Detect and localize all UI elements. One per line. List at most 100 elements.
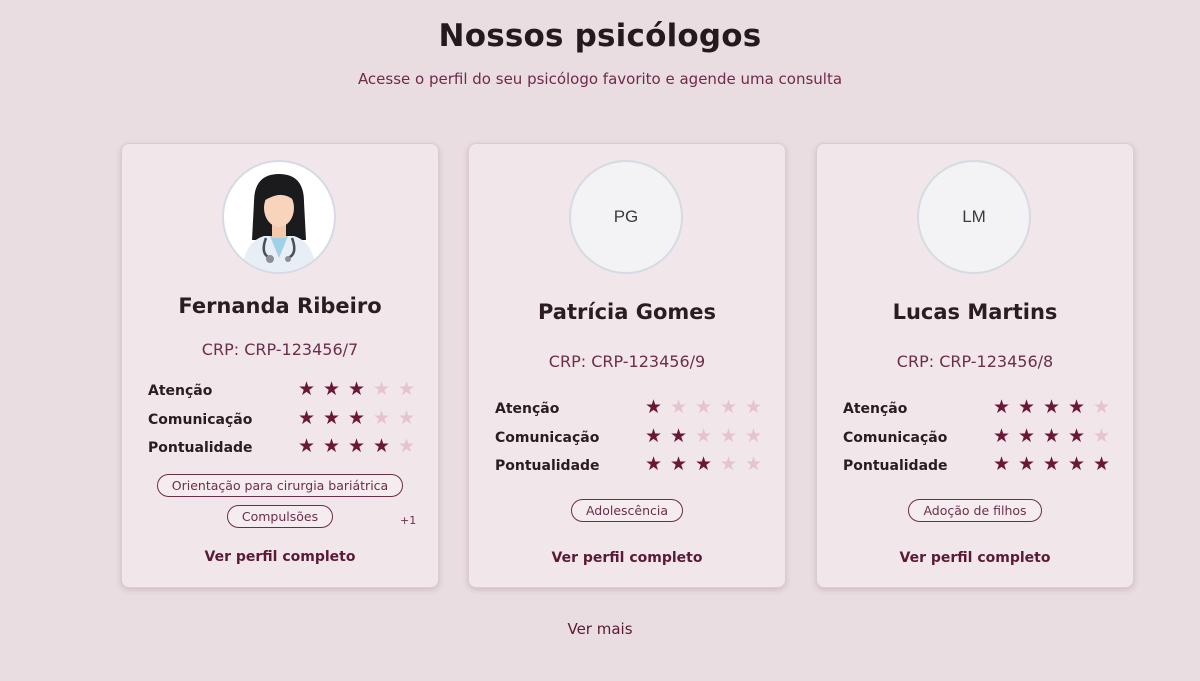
star-empty-icon: ★ <box>1093 396 1111 418</box>
more-tags-count[interactable]: +1 <box>400 514 416 527</box>
star-filled-icon: ★ <box>348 378 366 400</box>
rating-label: Comunicação <box>148 411 253 428</box>
star-filled-icon: ★ <box>1018 453 1036 475</box>
tag-list: Adolescência <box>469 499 785 522</box>
star-empty-icon: ★ <box>373 406 391 429</box>
star-filled-icon: ★ <box>348 406 366 429</box>
tag-list: Compulsões <box>122 505 438 528</box>
star-filled-icon: ★ <box>1043 424 1061 447</box>
doctor-woman-illustration-icon <box>224 162 334 272</box>
tag-list: Adoção de filhos <box>817 499 1133 522</box>
star-filled-icon: ★ <box>1018 424 1036 447</box>
rating-row: Atenção ★ ★ ★ ★ ★ <box>843 395 1110 424</box>
star-filled-icon: ★ <box>373 435 391 457</box>
star-rating: ★ ★ ★ ★ ★ <box>993 454 1118 474</box>
page-subtitle: Acesse o perfil do seu psicólogo favorit… <box>357 70 843 88</box>
rating-label: Pontualidade <box>148 440 253 457</box>
star-filled-icon: ★ <box>1018 396 1036 418</box>
avatar: PG <box>569 160 683 274</box>
star-filled-icon: ★ <box>1068 424 1086 447</box>
star-rating: ★ ★ ★ ★ ★ <box>645 397 770 417</box>
star-filled-icon: ★ <box>323 378 341 400</box>
page-title: Nossos psicólogos <box>438 18 762 54</box>
psychologist-name: Lucas Martins <box>892 300 1058 324</box>
star-empty-icon: ★ <box>373 378 391 400</box>
rating-label: Comunicação <box>843 429 948 446</box>
star-rating: ★ ★ ★ ★ ★ <box>993 397 1118 417</box>
psychologist-card: Fernanda Ribeiro CRP: CRP-123456/7 Atenç… <box>121 143 439 588</box>
ratings: Atenção ★ ★ ★ ★ ★ Comunicação ★ ★ ★ ★ ★ Pontuali… <box>495 395 762 481</box>
star-filled-icon: ★ <box>1068 396 1086 418</box>
star-empty-icon: ★ <box>695 396 713 418</box>
star-rating: ★ ★ ★ ★ ★ <box>298 408 423 428</box>
star-empty-icon: ★ <box>398 378 416 400</box>
rating-label: Atenção <box>148 383 213 400</box>
crp-number: CRP: CRP-123456/7 <box>201 340 359 359</box>
star-empty-icon: ★ <box>745 453 763 475</box>
psychologist-name: Fernanda Ribeiro <box>178 294 382 318</box>
rating-row: Pontualidade ★ ★ ★ ★ ★ <box>148 434 415 463</box>
star-filled-icon: ★ <box>645 424 663 447</box>
star-rating: ★ ★ ★ ★ ★ <box>645 426 770 446</box>
star-filled-icon: ★ <box>645 453 663 475</box>
star-empty-icon: ★ <box>720 396 738 418</box>
rating-row: Atenção ★ ★ ★ ★ ★ <box>495 395 762 424</box>
star-rating: ★ ★ ★ ★ ★ <box>298 379 423 399</box>
star-rating: ★ ★ ★ ★ ★ <box>298 436 423 456</box>
ratings: Atenção ★ ★ ★ ★ ★ Comunicação ★ ★ ★ ★ ★ Pontuali… <box>843 395 1110 481</box>
star-filled-icon: ★ <box>323 435 341 457</box>
star-empty-icon: ★ <box>745 424 763 447</box>
star-filled-icon: ★ <box>670 424 688 447</box>
specialty-tag[interactable]: Orientação para cirurgia bariátrica <box>156 474 404 497</box>
star-filled-icon: ★ <box>298 406 316 429</box>
rating-label: Atenção <box>843 401 908 418</box>
rating-label: Pontualidade <box>495 458 600 475</box>
star-filled-icon: ★ <box>695 453 713 475</box>
psychologist-name: Patrícia Gomes <box>537 300 716 324</box>
view-profile-link[interactable]: Ver perfil completo <box>469 550 785 566</box>
crp-number: CRP: CRP-123456/9 <box>548 352 706 371</box>
star-empty-icon: ★ <box>1093 424 1111 447</box>
star-filled-icon: ★ <box>993 424 1011 447</box>
rating-row: Atenção ★ ★ ★ ★ ★ <box>148 377 415 406</box>
rating-row: Comunicação ★ ★ ★ ★ ★ <box>843 424 1110 453</box>
star-rating: ★ ★ ★ ★ ★ <box>645 454 770 474</box>
star-filled-icon: ★ <box>670 453 688 475</box>
star-filled-icon: ★ <box>1068 453 1086 475</box>
star-filled-icon: ★ <box>1043 453 1061 475</box>
rating-label: Atenção <box>495 401 560 418</box>
specialty-tag[interactable]: Adoção de filhos <box>908 499 1042 522</box>
avatar <box>222 160 336 274</box>
view-profile-link[interactable]: Ver perfil completo <box>122 549 438 565</box>
star-empty-icon: ★ <box>720 424 738 447</box>
view-profile-link[interactable]: Ver perfil completo <box>817 550 1133 566</box>
star-empty-icon: ★ <box>398 406 416 429</box>
star-filled-icon: ★ <box>298 435 316 457</box>
rating-label: Comunicação <box>495 429 600 446</box>
star-filled-icon: ★ <box>1093 453 1111 475</box>
psychologist-card: LM Lucas Martins CRP: CRP-123456/8 Atenç… <box>816 143 1134 588</box>
specialty-tag[interactable]: Adolescência <box>570 499 684 522</box>
star-filled-icon: ★ <box>1043 396 1061 418</box>
star-empty-icon: ★ <box>745 396 763 418</box>
rating-row: Comunicação ★ ★ ★ ★ ★ <box>148 406 415 435</box>
star-empty-icon: ★ <box>670 396 688 418</box>
star-filled-icon: ★ <box>993 453 1011 475</box>
star-empty-icon: ★ <box>720 453 738 475</box>
star-empty-icon: ★ <box>398 435 416 457</box>
rating-row: Comunicação ★ ★ ★ ★ ★ <box>495 424 762 453</box>
crp-number: CRP: CRP-123456/8 <box>896 352 1054 371</box>
tag-list: Orientação para cirurgia bariátrica <box>122 474 438 497</box>
star-empty-icon: ★ <box>695 424 713 447</box>
star-filled-icon: ★ <box>323 406 341 429</box>
star-filled-icon: ★ <box>348 435 366 457</box>
star-filled-icon: ★ <box>993 396 1011 418</box>
specialty-tag[interactable]: Compulsões <box>226 505 334 528</box>
rating-label: Pontualidade <box>843 458 948 475</box>
rating-row: Pontualidade ★ ★ ★ ★ ★ <box>843 452 1110 481</box>
star-rating: ★ ★ ★ ★ ★ <box>993 426 1118 446</box>
rating-row: Pontualidade ★ ★ ★ ★ ★ <box>495 452 762 481</box>
see-more-link[interactable]: Ver mais <box>0 620 1200 638</box>
star-filled-icon: ★ <box>645 396 663 418</box>
avatar: LM <box>917 160 1031 274</box>
